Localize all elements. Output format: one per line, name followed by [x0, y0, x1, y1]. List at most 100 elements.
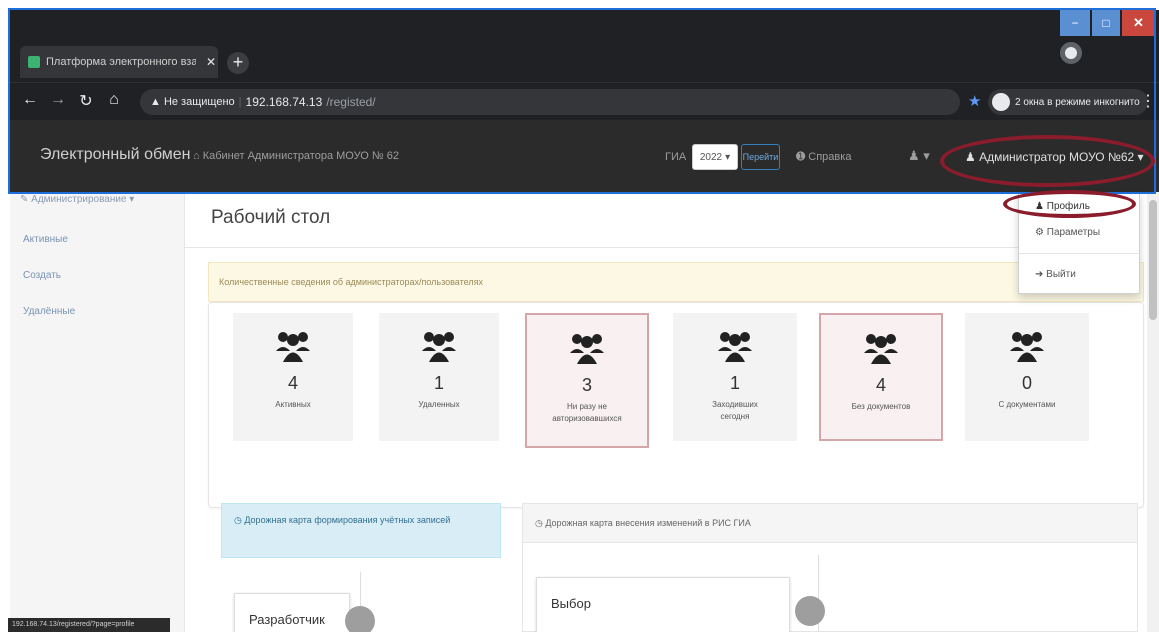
menu-item-logout-label: Выйти — [1046, 269, 1076, 280]
year-value: 2022 — [699, 151, 723, 163]
users-icon — [864, 334, 898, 364]
back-icon[interactable]: ← — [20, 91, 40, 109]
stat-label: Удаленных — [418, 400, 460, 409]
bell-icon: ♟ — [908, 148, 920, 163]
page-favicon-icon — [28, 56, 40, 68]
stat-number: 4 — [287, 373, 298, 393]
sidebar-item-active[interactable]: Активные — [23, 234, 68, 245]
tab-close-icon[interactable]: ✕ — [206, 55, 216, 69]
incognito-badge[interactable]: 2 окна в режиме инкогнито — [988, 89, 1148, 115]
stat-label: Активных — [275, 400, 311, 409]
user-icon: ♟ — [1035, 201, 1047, 212]
stat-card-never-authorized[interactable]: 3 Ни разу не авторизовавшихся — [525, 313, 649, 448]
url-host: 192.168.74.13 — [245, 95, 323, 109]
home-icon[interactable]: ⌂ — [104, 91, 124, 109]
browser-tab[interactable]: Платформа электронного взаи ✕ — [20, 46, 218, 78]
gia-label: ГИА — [665, 151, 687, 163]
page-title: Рабочий стол — [211, 207, 331, 228]
cabinet-link[interactable]: ⌂ Кабинет Администратора МОУО № 62 — [193, 150, 399, 162]
sidebar-heading-label: Администрирование — [31, 194, 127, 205]
url-path: /registed/ — [326, 95, 376, 109]
user-icon: ♟ — [965, 150, 980, 164]
roadmap-step-card[interactable]: Выбор — [536, 577, 790, 632]
roadmap-accounts-header: ◷ Дорожная карта формирования учётных за… — [221, 503, 501, 558]
title-divider — [185, 247, 1140, 248]
reload-icon[interactable]: ↻ — [76, 91, 96, 111]
stat-label: Без документов — [851, 402, 911, 411]
stat-card-logged-today[interactable]: 1 Заходивших сегодня — [673, 313, 797, 441]
forward-icon[interactable]: → — [48, 91, 68, 109]
sidebar: ✎ Администрирование ▾ Активные Создать У… — [10, 192, 185, 632]
stat-number: 4 — [875, 375, 886, 395]
status-bar-url: 192.168.74.13/registered/?page=profile — [8, 618, 170, 632]
stat-number: 0 — [1021, 373, 1032, 393]
extension-icon[interactable] — [1060, 42, 1082, 64]
pencil-icon: ✎ — [20, 194, 32, 205]
go-button[interactable]: Перейти — [741, 144, 780, 170]
stat-number: 3 — [581, 375, 592, 395]
user-dropdown-menu: ♟ Профиль ⚙ Параметры ➜ Выйти — [1018, 192, 1140, 294]
roadmap-changes-header: ◷ Дорожная карта внесения изменений в РИ… — [522, 503, 1138, 543]
roadmap-step-title: Разработчик — [249, 612, 325, 627]
window-close-button[interactable]: ✕ — [1122, 10, 1155, 36]
sidebar-item-create[interactable]: Создать — [23, 270, 61, 281]
notifications-button[interactable]: ♟ ▾ — [908, 148, 930, 164]
info-alert: Количественные сведения об администратор… — [208, 262, 1144, 302]
users-icon — [570, 334, 604, 364]
gear-icon: ⚙ — [1035, 227, 1047, 238]
sidebar-heading[interactable]: ✎ Администрирование ▾ — [20, 194, 134, 205]
bookmark-star-icon[interactable]: ★ — [968, 92, 981, 110]
url-input[interactable]: ▲ Не защищено | 192.168.74.13/registed/ — [140, 89, 960, 115]
roadmap-changes-title: Дорожная карта внесения изменений в РИС … — [545, 518, 751, 528]
admin-user-menu[interactable]: ♟ Администратор МОУО №62 ▾ — [965, 150, 1144, 164]
logout-icon: ➜ — [1035, 269, 1047, 280]
cabinet-label: Кабинет Администратора МОУО № 62 — [202, 150, 399, 162]
users-icon — [422, 332, 456, 362]
menu-item-logout[interactable]: ➜ Выйти — [1035, 269, 1076, 280]
browser-tab-bar: Платформа электронного взаи ✕ + — [10, 10, 1159, 82]
stat-label: Ни разу не авторизовавшихся — [552, 402, 622, 423]
menu-divider — [1019, 253, 1139, 254]
clock-icon: ◷ — [234, 515, 245, 525]
users-icon — [1010, 332, 1044, 362]
incognito-label: 2 окна в режиме инкогнито — [1015, 96, 1140, 108]
help-link[interactable]: ➊ Справка — [796, 150, 851, 163]
calendar-icon — [795, 596, 825, 626]
stat-number: 1 — [729, 373, 740, 393]
incognito-icon — [992, 93, 1010, 111]
menu-item-params-label: Параметры — [1046, 227, 1101, 238]
stat-card-no-documents[interactable]: 4 Без документов — [819, 313, 943, 441]
menu-item-profile-label: Профиль — [1046, 201, 1090, 212]
home-icon: ⌂ — [193, 150, 203, 162]
chevron-down-icon: ▾ — [725, 151, 731, 163]
stat-card-with-documents[interactable]: 0 С документами — [965, 313, 1089, 441]
new-tab-button[interactable]: + — [227, 52, 249, 74]
window-minimize-button[interactable]: − — [1060, 10, 1090, 36]
tab-title: Платформа электронного взаи — [46, 56, 196, 68]
roadmap-step-card[interactable]: Разработчик — [234, 593, 350, 632]
year-select[interactable]: 2022 ▾ — [692, 144, 738, 170]
address-bar-row: ← → ↻ ⌂ ▲ Не защищено | 192.168.74.13/re… — [10, 82, 1159, 120]
stat-number: 1 — [433, 373, 444, 393]
stat-card-deleted[interactable]: 1 Удаленных — [379, 313, 499, 441]
users-icon — [718, 332, 752, 362]
stat-label: С документами — [998, 400, 1056, 409]
brand-link[interactable]: Электронный обмен — [40, 146, 191, 164]
sidebar-item-deleted[interactable]: Удалённые — [23, 306, 75, 317]
users-icon — [276, 332, 310, 362]
window-maximize-button[interactable]: □ — [1092, 10, 1120, 36]
roadmap-step-title: Выбор — [551, 596, 591, 611]
scrollbar-thumb[interactable] — [1149, 200, 1157, 320]
help-icon: ➊ — [796, 151, 809, 163]
app-navbar: Электронный обмен ⌂ Кабинет Администрато… — [10, 120, 1159, 192]
admin-user-label: Администратор МОУО №62 — [979, 150, 1135, 164]
roadmap-accounts-title: Дорожная карта формирования учётных запи… — [244, 515, 451, 525]
browser-menu-icon[interactable]: ⋮ — [1140, 91, 1156, 111]
help-label: Справка — [808, 151, 852, 163]
clock-icon: ◷ — [535, 518, 546, 528]
menu-item-profile[interactable]: ♟ Профиль — [1035, 201, 1090, 212]
menu-item-params[interactable]: ⚙ Параметры — [1035, 227, 1100, 238]
not-secure-label: ▲ Не защищено — [150, 96, 235, 108]
stat-card-active[interactable]: 4 Активных — [233, 313, 353, 441]
stat-label: Заходивших сегодня — [712, 400, 758, 421]
